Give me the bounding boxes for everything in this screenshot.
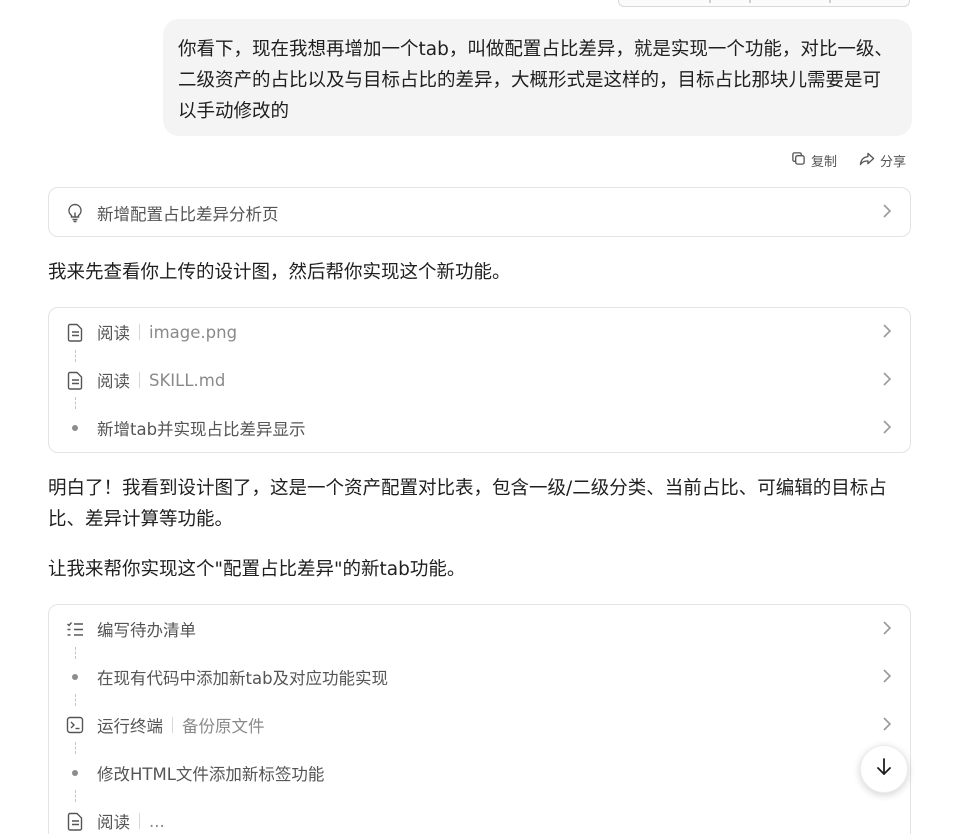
chevron-right-icon [882,371,892,391]
bullet-dot-icon [66,419,84,437]
share-icon [859,151,875,170]
bullet-dot-icon [66,764,84,782]
user-message-text: 你看下，现在我想再增加一个tab，叫做配置占比差异，就是实现一个功能，对比一级、… [178,39,893,122]
document-icon [66,812,84,831]
share-button[interactable]: 分享 [859,151,906,170]
step-run-terminal[interactable]: 运行终端 备份原文件 [49,701,910,749]
arrow-down-icon [875,757,893,781]
step-label: 修改HTML文件添加新标签功能 [97,765,325,784]
step-detail: image.png [149,322,238,342]
step-read-more[interactable]: 阅读 ... [49,797,910,834]
divider [139,372,140,388]
step-detail: ... [149,811,165,831]
steps-card-1: 阅读 image.png 阅读 SKILL.md 新增tab并实现占比差异显示 [48,307,911,453]
step-label: 阅读 [97,324,130,343]
divider [139,813,140,829]
chevron-right-icon [882,620,892,640]
step-read-skill[interactable]: 阅读 SKILL.md [49,356,910,404]
step-add-tab-code[interactable]: 在现有代码中添加新tab及对应功能实现 [49,653,910,701]
chevron-right-icon [882,323,892,343]
checklist-icon [66,620,84,638]
assistant-reply-2: 明白了！我看到设计图了，这是一个资产配置对比表，包含一级/二级分类、当前占比、可… [48,478,887,530]
step-detail: SKILL.md [149,370,226,390]
copy-label: 复制 [810,155,837,170]
step-label: 运行终端 [97,717,163,736]
document-icon [66,323,84,342]
step-write-todo[interactable]: 编写待办清单 [49,605,910,653]
step-detail: 备份原文件 [182,717,265,736]
scroll-to-bottom-button[interactable] [860,745,908,793]
step-modify-html[interactable]: 修改HTML文件添加新标签功能 [49,749,910,797]
chevron-right-icon [882,203,892,223]
message-actions: 复制 分享 [791,151,906,170]
copy-icon [791,151,806,170]
assistant-reply-3: 让我来帮你实现这个"配置占比差异"的新tab功能。 [48,559,466,580]
step-label: 阅读 [97,372,130,391]
bullet-dot-icon [66,668,84,686]
step-label: 在现有代码中添加新tab及对应功能实现 [97,669,389,688]
user-message-bubble: 你看下，现在我想再增加一个tab，叫做配置占比差异，就是实现一个功能，对比一级、… [163,19,912,136]
step-label: 新增tab并实现占比差异显示 [97,420,306,439]
uploaded-image-thumbnail[interactable] [618,0,910,7]
chevron-right-icon [882,716,892,736]
terminal-icon [66,716,84,734]
step-implement-tab[interactable]: 新增tab并实现占比差异显示 [49,404,910,452]
step-label: 编写待办清单 [97,621,196,640]
thought-label: 新增配置占比差异分析页 [97,204,279,224]
document-icon [66,371,84,390]
divider [172,717,173,733]
divider [139,324,140,340]
thought-card[interactable]: 新增配置占比差异分析页 [48,187,911,237]
steps-card-2: 编写待办清单 在现有代码中添加新tab及对应功能实现 运行终端 备份原文件 修改… [48,604,911,834]
copy-button[interactable]: 复制 [791,151,837,170]
assistant-reply-1: 我来先查看你上传的设计图，然后帮你实现这个新功能。 [48,262,511,283]
thought-row[interactable]: 新增配置占比差异分析页 [49,188,910,236]
chevron-right-icon [882,419,892,439]
step-label: 阅读 [97,813,130,832]
chevron-right-icon [882,668,892,688]
share-label: 分享 [879,155,906,170]
step-read-image[interactable]: 阅读 image.png [49,308,910,356]
lightbulb-icon [66,203,84,222]
